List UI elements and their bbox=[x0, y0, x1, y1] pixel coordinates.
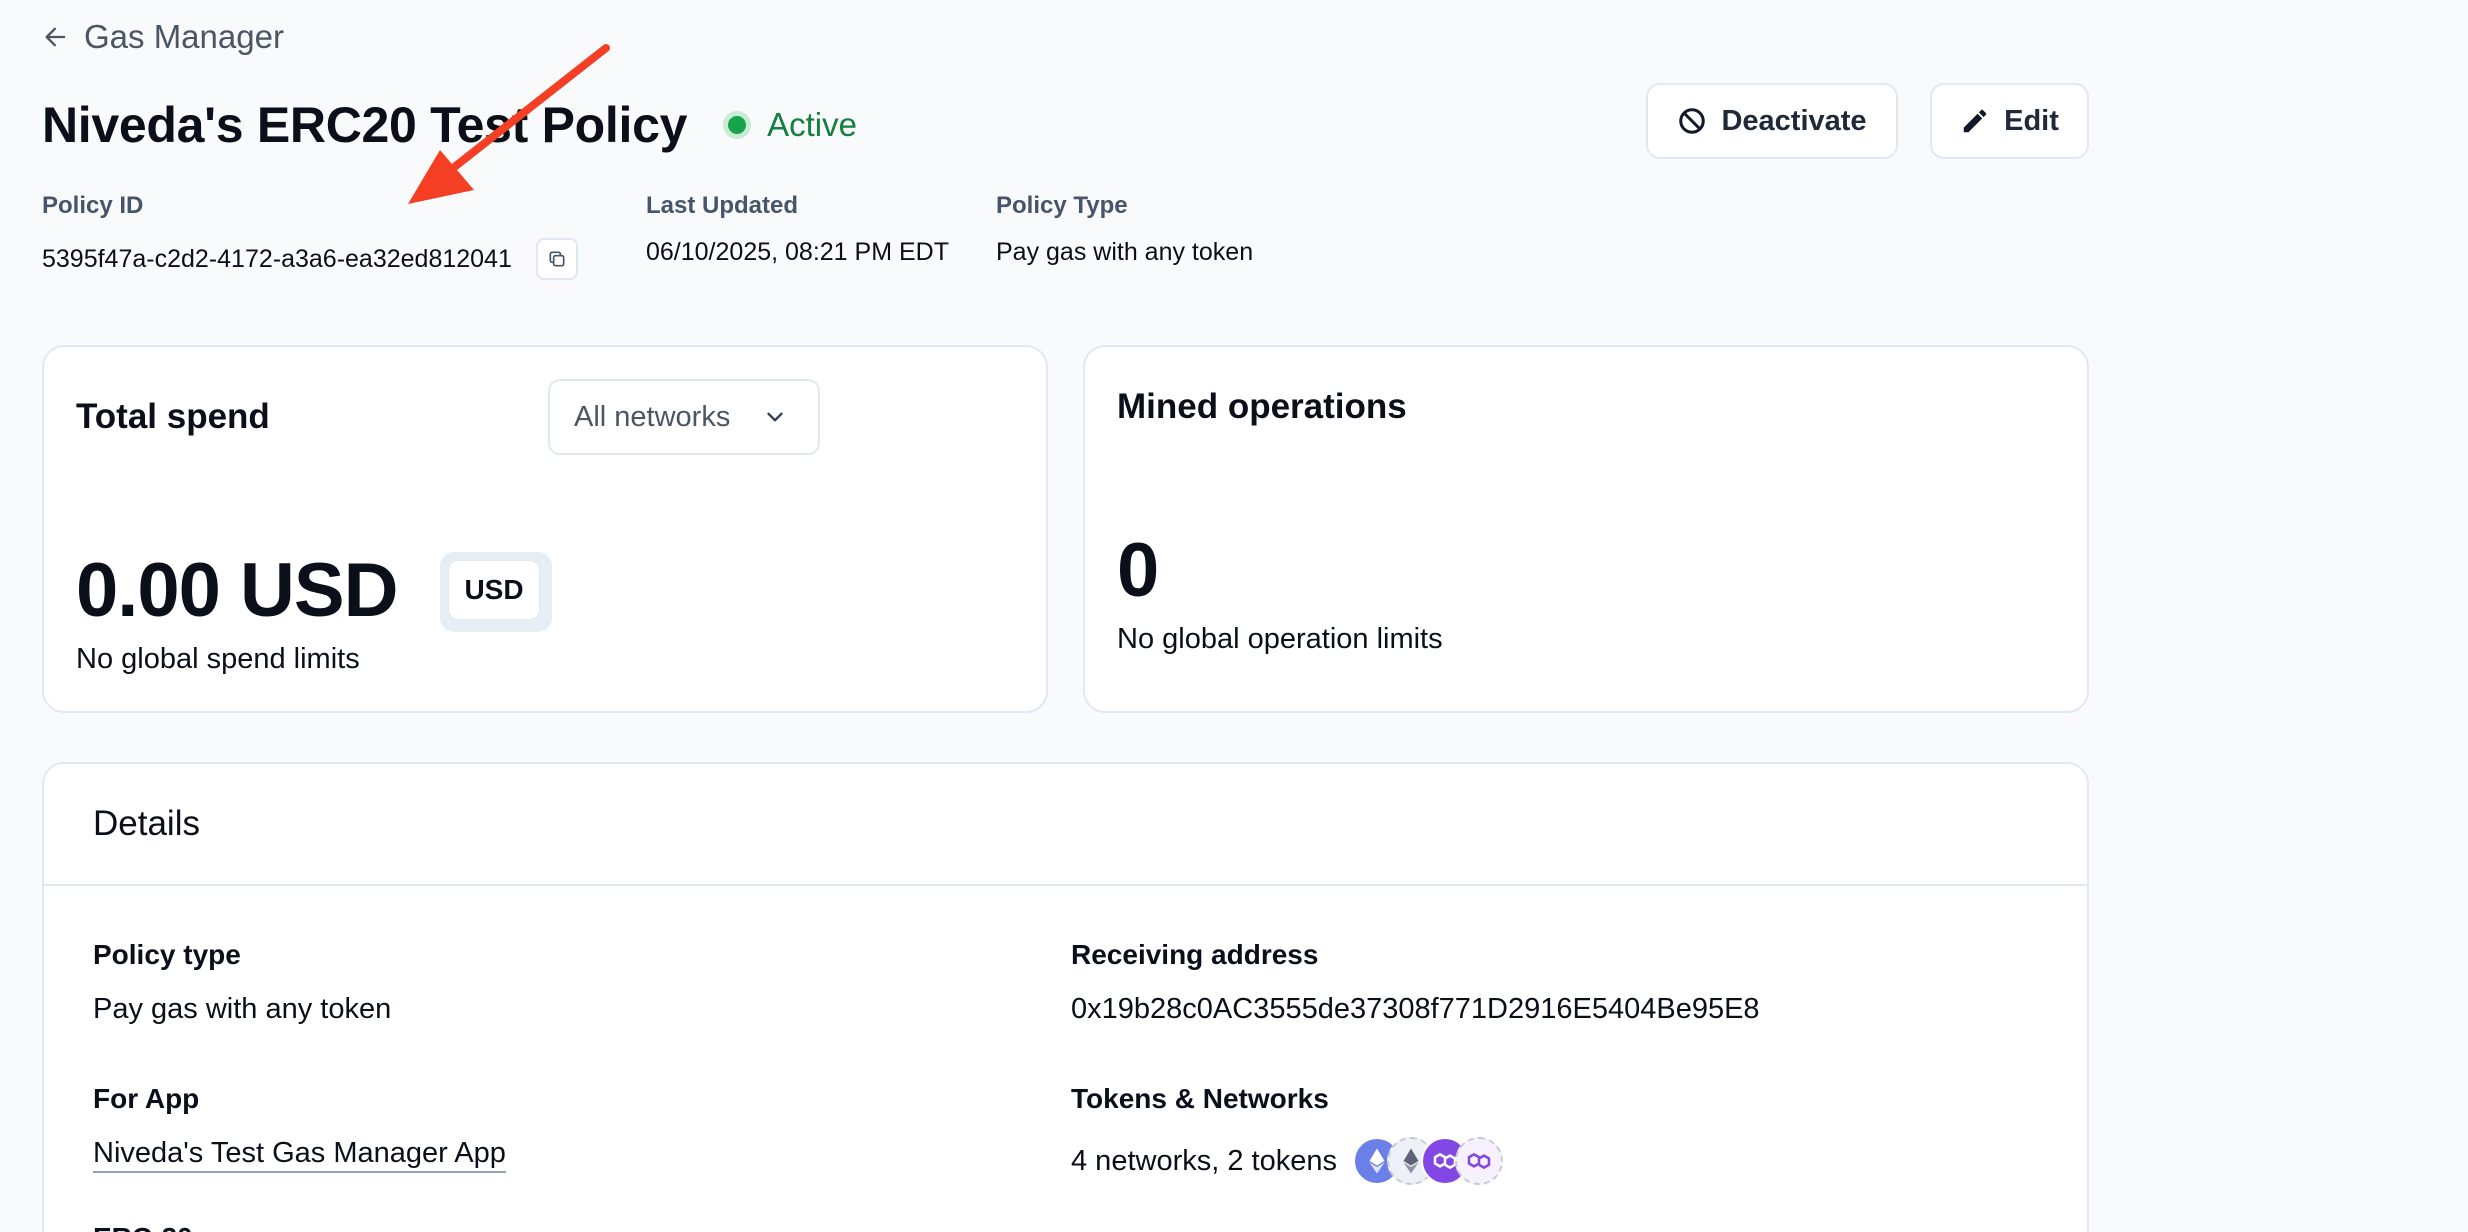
mined-operations-title: Mined operations bbox=[1117, 387, 1407, 426]
copy-policy-id-button[interactable] bbox=[535, 238, 578, 280]
policy-id-value[interactable]: 5395f47a-c2d2-4172-a3a6-ea32ed812041 bbox=[42, 245, 512, 274]
app-link[interactable]: Niveda's Test Gas Manager App bbox=[93, 1137, 506, 1173]
edit-button[interactable]: Edit bbox=[1930, 83, 2089, 159]
detail-policy-type-value: Pay gas with any token bbox=[93, 993, 392, 1025]
spend-limit-text: No global spend limits bbox=[76, 643, 360, 675]
currency-option-usd[interactable]: USD bbox=[448, 560, 540, 620]
network-filter-value: All networks bbox=[574, 400, 731, 433]
detail-receiving-value: 0x19b28c0AC3555de37308f771D2916E5404Be95… bbox=[1071, 993, 1760, 1025]
network-filter-select[interactable]: All networks bbox=[548, 379, 820, 455]
detail-erc20-label: ERC-20 ... bbox=[93, 1222, 224, 1232]
status-badge: Active bbox=[723, 106, 857, 144]
status-dot-icon bbox=[723, 111, 752, 139]
edit-label: Edit bbox=[2004, 104, 2059, 137]
pencil-icon bbox=[1963, 109, 1987, 133]
operations-limit-text: No global operation limits bbox=[1117, 623, 1443, 655]
details-title: Details bbox=[44, 764, 2087, 886]
last-updated-label: Last Updated bbox=[646, 192, 799, 219]
mined-operations-value: 0 bbox=[1117, 528, 1159, 613]
page-title: Niveda's ERC20 Test Policy bbox=[42, 97, 688, 153]
chevron-down-icon bbox=[767, 412, 783, 422]
detail-policy-type: Policy type Pay gas with any token bbox=[93, 939, 391, 1026]
detail-tokens-networks: Tokens & Networks 4 networks, 2 tokens bbox=[1071, 1083, 1503, 1185]
currency-toggle: USD bbox=[440, 552, 552, 632]
back-link-label: Gas Manager bbox=[84, 18, 284, 55]
detail-for-app: For App Niveda's Test Gas Manager App bbox=[93, 1083, 506, 1173]
copy-icon bbox=[549, 251, 565, 267]
deactivate-label: Deactivate bbox=[1721, 104, 1867, 137]
policy-id-block: Policy ID 5395f47a-c2d2-4172-a3a6-ea32ed… bbox=[42, 192, 578, 280]
total-spend-title: Total spend bbox=[76, 397, 270, 436]
last-updated-block: Last Updated 06/10/2025, 08:21 PM EDT bbox=[646, 192, 949, 267]
ban-icon bbox=[1679, 108, 1706, 134]
policy-id-label: Policy ID bbox=[42, 192, 144, 219]
title-row: Niveda's ERC20 Test Policy Active bbox=[42, 96, 857, 154]
chain-icon-stack[interactable] bbox=[1352, 1137, 1503, 1185]
back-to-gas-manager-link[interactable]: Gas Manager bbox=[42, 18, 284, 56]
detail-app-label: For App bbox=[93, 1083, 200, 1114]
policy-type-value: Pay gas with any token bbox=[996, 238, 1254, 266]
detail-tokens-label: Tokens & Networks bbox=[1071, 1083, 1329, 1114]
policy-type-block: Policy Type Pay gas with any token bbox=[996, 192, 1253, 267]
mined-operations-card: Mined operations 0 No global operation l… bbox=[1083, 345, 2089, 713]
detail-receiving-address: Receiving address 0x19b28c0AC3555de37308… bbox=[1071, 939, 1760, 1026]
total-spend-value: 0.00 USD bbox=[76, 548, 398, 633]
policy-type-label: Policy Type bbox=[996, 192, 1128, 219]
deactivate-button[interactable]: Deactivate bbox=[1646, 83, 1898, 159]
detail-policy-type-label: Policy type bbox=[93, 939, 241, 970]
detail-tokens-value: 4 networks, 2 tokens bbox=[1071, 1144, 1337, 1177]
polygon-testnet-icon bbox=[1454, 1137, 1503, 1185]
arrow-left-icon bbox=[45, 27, 66, 47]
status-label: Active bbox=[767, 106, 857, 143]
last-updated-value: 06/10/2025, 08:21 PM EDT bbox=[646, 238, 949, 266]
total-spend-card: Total spend All networks 0.00 USD USD No… bbox=[42, 345, 1048, 713]
detail-receiving-label: Receiving address bbox=[1071, 939, 1319, 970]
details-card: Details Policy type Pay gas with any tok… bbox=[42, 762, 2089, 1232]
